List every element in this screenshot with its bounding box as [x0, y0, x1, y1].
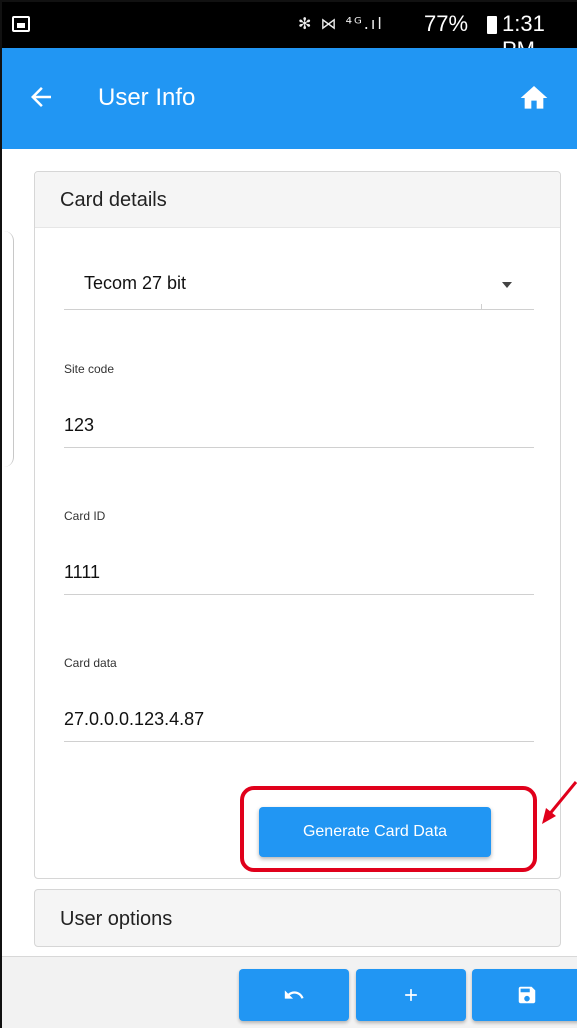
page-title: User Info	[98, 84, 196, 111]
select-divider	[481, 304, 482, 310]
plus-icon	[405, 989, 417, 1001]
screenshot-notification-icon	[12, 16, 30, 32]
card-data-input[interactable]	[64, 698, 534, 742]
card-data-field: Card data	[64, 656, 534, 756]
card-id-label: Card ID	[64, 509, 106, 523]
site-code-input[interactable]	[64, 404, 534, 448]
status-bar: ✻ ⋈ ⁴ᴳ.ıl 77% 1:31 PM	[2, 2, 577, 62]
site-code-field: Site code	[64, 362, 534, 462]
signal-icons: ✻ ⋈ ⁴ᴳ.ıl	[298, 14, 384, 33]
arrow-left-icon[interactable]	[26, 82, 56, 112]
bottom-action-bar	[2, 956, 577, 1028]
site-code-label: Site code	[64, 362, 115, 376]
user-options-panel[interactable]: User options	[34, 889, 561, 947]
side-panel-edge	[2, 231, 14, 467]
card-details-title: Card details	[60, 189, 167, 211]
app-bar: User Info	[2, 48, 577, 149]
generate-card-data-button[interactable]: Generate Card Data	[259, 807, 491, 857]
battery-percent: 77%	[424, 11, 469, 36]
home-icon[interactable]	[518, 82, 550, 114]
user-options-title: User options	[60, 908, 173, 930]
undo-button[interactable]	[239, 969, 349, 1021]
main-content: Card details Tecom 27 bit Site code Card…	[2, 149, 577, 956]
add-button[interactable]	[356, 969, 466, 1021]
battery-icon	[487, 16, 497, 34]
card-details-header[interactable]: Card details	[35, 172, 560, 228]
save-icon	[518, 986, 536, 1004]
card-format-select[interactable]: Tecom 27 bit	[64, 252, 534, 310]
caret-down-icon	[502, 282, 512, 288]
card-id-input[interactable]	[64, 551, 534, 595]
card-details-panel: Card details Tecom 27 bit Site code Card…	[34, 171, 561, 879]
card-format-value: Tecom 27 bit	[84, 273, 187, 293]
save-button[interactable]	[472, 969, 577, 1021]
undo-icon	[284, 990, 304, 999]
card-data-label: Card data	[64, 656, 117, 670]
card-id-field: Card ID	[64, 509, 534, 609]
annotation-arrow-icon	[542, 781, 577, 824]
